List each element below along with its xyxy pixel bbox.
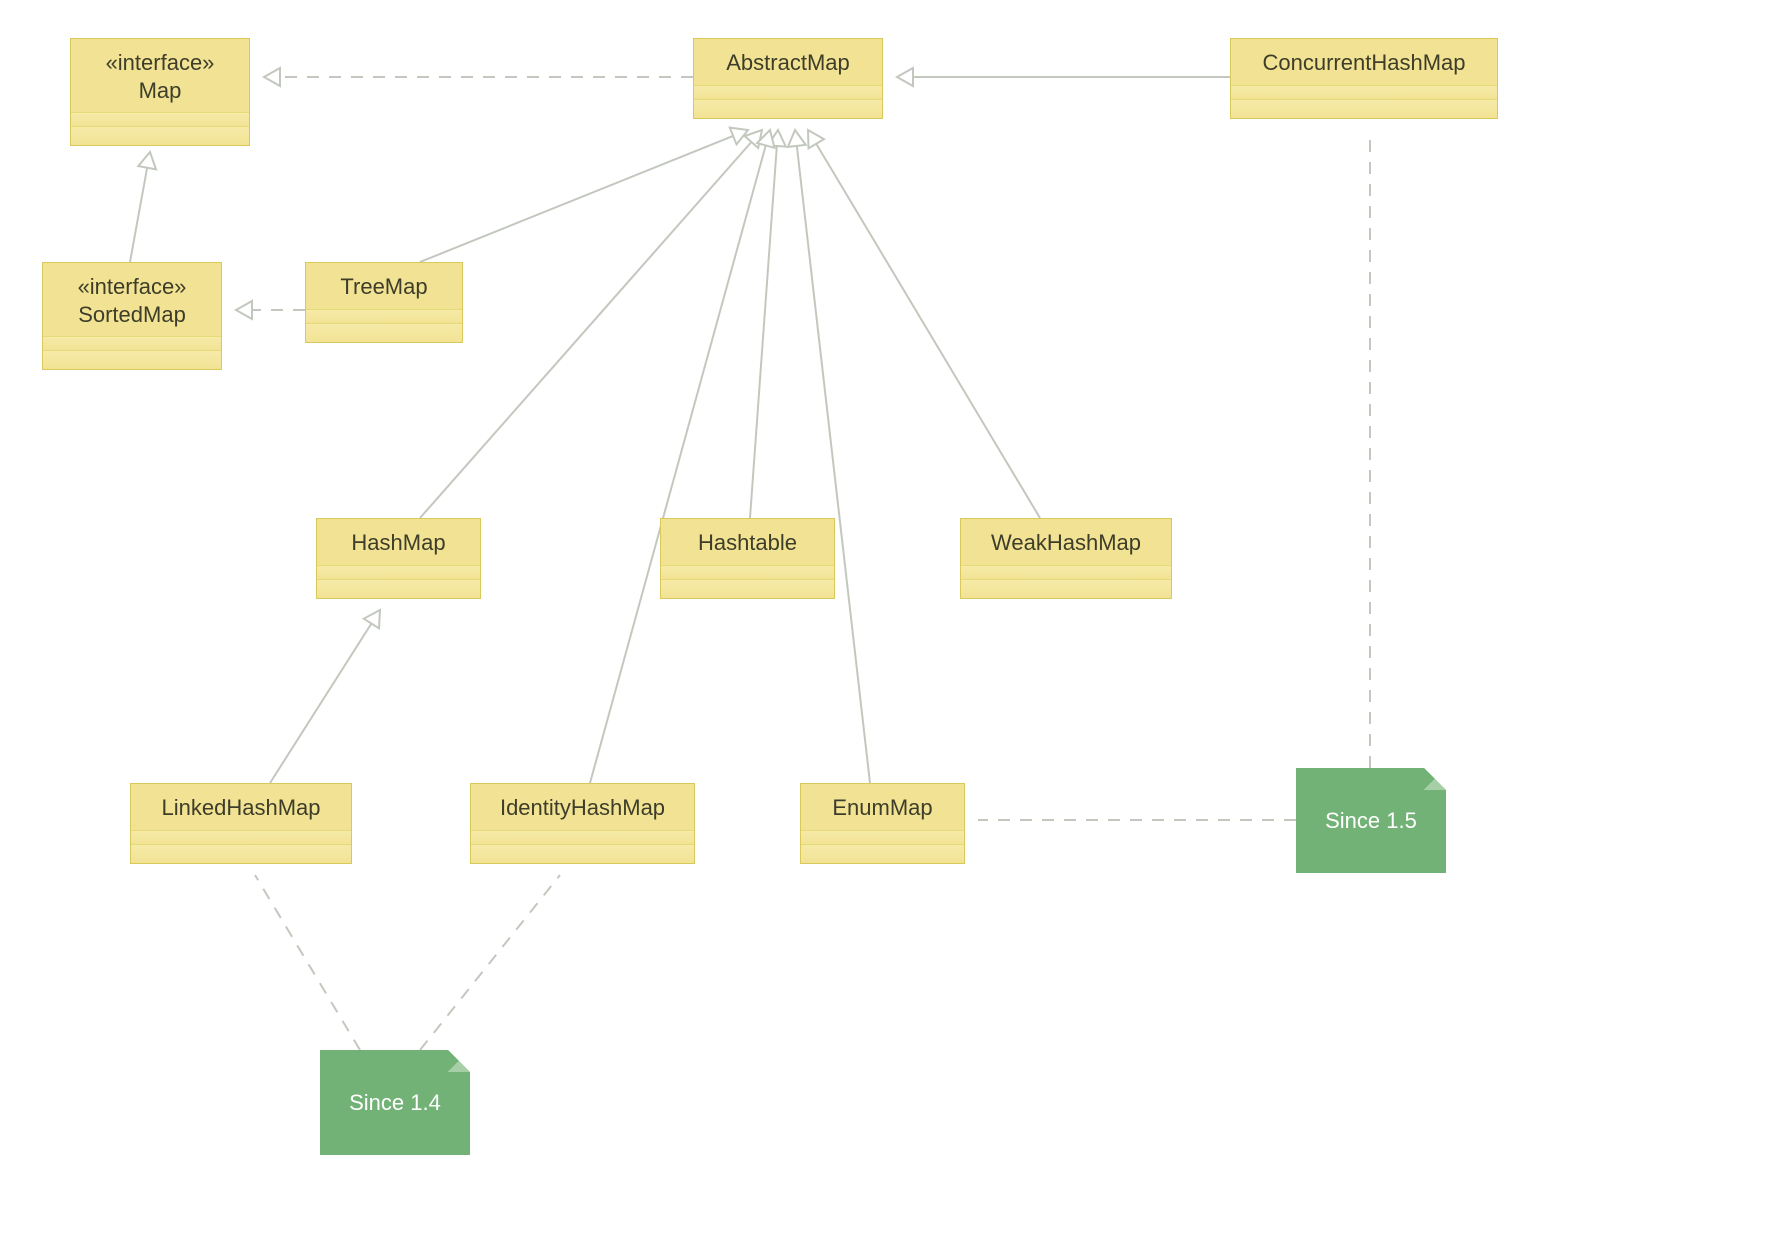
class-enummap-title: EnumMap	[801, 784, 964, 831]
class-weakhashmap-title: WeakHashMap	[961, 519, 1171, 566]
class-concurrenthashmap-ops	[1231, 100, 1497, 118]
class-linkedhashmap-title: LinkedHashMap	[131, 784, 351, 831]
edge-hashtable-extends-abstractMap	[750, 130, 786, 518]
class-abstractmap: AbstractMap	[693, 38, 883, 119]
edge-note14-identityHashMap	[420, 875, 560, 1050]
class-hashmap-ops	[317, 580, 480, 598]
class-identityhashmap-ops	[471, 845, 694, 863]
class-enummap-ops	[801, 845, 964, 863]
class-weakhashmap: WeakHashMap	[960, 518, 1172, 599]
edge-enumMap-extends-abstractMap	[788, 130, 870, 783]
note-since-1-5: Since 1.5	[1296, 768, 1446, 873]
class-abstractmap-attrs	[694, 86, 882, 100]
class-hashmap-title: HashMap	[317, 519, 480, 566]
class-treemap-ops	[306, 324, 462, 342]
class-identityhashmap: IdentityHashMap	[470, 783, 695, 864]
class-sortedmap: «interface» SortedMap	[42, 262, 222, 370]
note-since-1-5-text: Since 1.5	[1325, 808, 1417, 834]
class-concurrenthashmap: ConcurrentHashMap	[1230, 38, 1498, 119]
class-weakhashmap-attrs	[961, 566, 1171, 580]
class-linkedhashmap-attrs	[131, 831, 351, 845]
class-map-title: «interface» Map	[71, 39, 249, 113]
class-hashtable: Hashtable	[660, 518, 835, 599]
edge-sortedMap-extends-map	[130, 152, 156, 262]
class-treemap: TreeMap	[305, 262, 463, 343]
class-hashtable-ops	[661, 580, 834, 598]
class-map-ops	[71, 127, 249, 145]
edges-layer	[0, 0, 1782, 1248]
class-identityhashmap-title: IdentityHashMap	[471, 784, 694, 831]
edge-concurrent-extends-abstractMap	[897, 68, 1230, 86]
class-concurrenthashmap-attrs	[1231, 86, 1497, 100]
edge-treeMap-extends-abstractMap	[420, 128, 748, 262]
class-hashmap-attrs	[317, 566, 480, 580]
class-sortedmap-attrs	[43, 337, 221, 351]
class-abstractmap-title: AbstractMap	[694, 39, 882, 86]
class-weakhashmap-ops	[961, 580, 1171, 598]
class-identityhashmap-attrs	[471, 831, 694, 845]
class-map-attrs	[71, 113, 249, 127]
class-sortedmap-title: «interface» SortedMap	[43, 263, 221, 337]
uml-diagram-canvas: «interface» Map AbstractMap ConcurrentHa…	[0, 0, 1782, 1248]
class-enummap: EnumMap	[800, 783, 965, 864]
edge-note14-linkedHashMap	[255, 875, 360, 1050]
class-hashtable-attrs	[661, 566, 834, 580]
class-hashtable-title: Hashtable	[661, 519, 834, 566]
class-linkedhashmap-ops	[131, 845, 351, 863]
class-concurrenthashmap-title: ConcurrentHashMap	[1231, 39, 1497, 86]
edge-linkedHashMap-extends-hashMap	[270, 610, 380, 783]
edge-treeMap-realizes-sortedMap	[236, 301, 305, 319]
edge-identityHashMap-extends-abstractMap	[590, 130, 774, 783]
note-since-1-4-text: Since 1.4	[349, 1090, 441, 1116]
class-hashmap: HashMap	[316, 518, 481, 599]
class-enummap-attrs	[801, 831, 964, 845]
class-treemap-attrs	[306, 310, 462, 324]
class-sortedmap-ops	[43, 351, 221, 369]
edge-weakHashMap-extends-abstractMap	[808, 130, 1040, 518]
class-abstractmap-ops	[694, 100, 882, 118]
class-linkedhashmap: LinkedHashMap	[130, 783, 352, 864]
note-since-1-4: Since 1.4	[320, 1050, 470, 1155]
class-map: «interface» Map	[70, 38, 250, 146]
edge-hashMap-extends-abstractMap	[420, 130, 762, 518]
class-treemap-title: TreeMap	[306, 263, 462, 310]
edge-abstractMap-realizes-map	[264, 68, 693, 86]
